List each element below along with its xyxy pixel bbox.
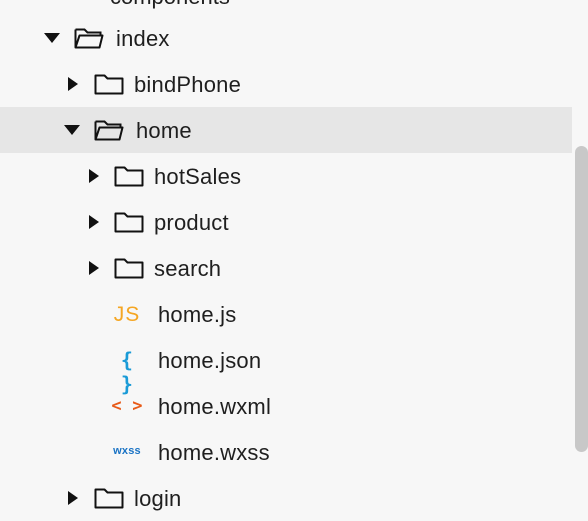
folder-icon	[114, 166, 144, 187]
tree-item-hotsales[interactable]: hotSales	[0, 153, 572, 199]
tree-item-label-partial: components	[110, 0, 230, 10]
tree-item-home[interactable]: home	[0, 107, 572, 153]
folder-open-icon	[74, 28, 104, 49]
folder-icon	[94, 74, 124, 95]
tree-item-label: bindPhone	[134, 72, 242, 97]
chevron-right-icon[interactable]	[89, 261, 99, 275]
tree-item-file[interactable]: { } home.json	[0, 337, 572, 396]
tree-item-label: home	[136, 118, 192, 143]
tree-item-login[interactable]: login	[0, 475, 572, 521]
tree-item-bindphone[interactable]: bindPhone	[0, 61, 572, 107]
js-file-icon: JS	[113, 303, 141, 326]
tree-item-search[interactable]: search	[0, 245, 572, 291]
tree-item-label: hotSales	[154, 164, 242, 189]
tree-item-label: home.wxss	[158, 440, 270, 465]
chevron-right-icon[interactable]	[68, 77, 78, 91]
folder-icon	[114, 258, 144, 279]
tree-item-index[interactable]: index	[0, 15, 572, 61]
tree-item-label: home.wxml	[158, 394, 272, 419]
chevron-right-icon[interactable]	[89, 169, 99, 183]
chevron-right-icon[interactable]	[89, 215, 99, 229]
tree-item-label: login	[134, 486, 182, 511]
tree-item-label: home.json	[158, 348, 262, 373]
tree-item-label: search	[154, 256, 222, 281]
tree-item-label: product	[154, 210, 229, 235]
chevron-right-icon[interactable]	[68, 491, 78, 505]
tree-item-label: home.js	[158, 302, 237, 327]
tree-item-file[interactable]: wxss home.wxss	[0, 429, 572, 475]
chevron-down-icon[interactable]	[64, 125, 80, 135]
chevron-down-icon[interactable]	[44, 33, 60, 43]
folder-open-icon	[94, 120, 124, 141]
wxss-file-icon: wxss	[113, 445, 141, 457]
tree-item-product[interactable]: product	[0, 199, 572, 245]
scrollbar-thumb[interactable]	[575, 146, 588, 452]
tree-item-file[interactable]: JS home.js	[0, 291, 572, 337]
folder-icon	[94, 488, 124, 509]
file-tree: components index bindPhone home hotSales	[0, 0, 588, 511]
wxml-file-icon: < >	[111, 396, 143, 416]
folder-icon	[114, 212, 144, 233]
tree-item-file[interactable]: < > home.wxml	[0, 383, 572, 429]
tree-item-label: index	[116, 26, 170, 51]
